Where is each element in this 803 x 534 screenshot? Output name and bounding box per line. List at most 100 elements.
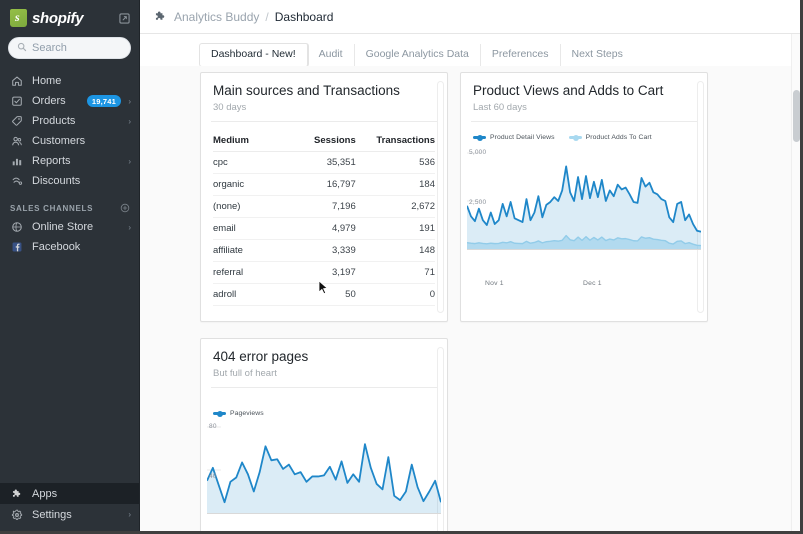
sidebar-nav: Home Orders 19,741 › Products › Customer… <box>0 69 139 257</box>
brand-name: shopify <box>32 9 84 27</box>
legend-label: Pageviews <box>230 410 264 417</box>
tab-dashboard[interactable]: Dashboard - New! <box>200 44 308 66</box>
col-transactions: Transactions <box>361 132 435 152</box>
card-title: 404 error pages <box>213 349 309 364</box>
sidebar-item-apps[interactable]: Apps <box>0 483 139 504</box>
cell-sessions: 4,979 <box>279 217 362 240</box>
card-title: Main sources and Transactions <box>213 83 400 98</box>
table-row: cpc 35,351 536 <box>213 151 435 174</box>
orders-icon <box>10 94 24 108</box>
chevron-right-icon: › <box>128 222 131 232</box>
puzzle-piece-icon <box>154 10 167 23</box>
card-header: Product Views and Adds to Cart Last 60 d… <box>461 73 707 121</box>
legend-swatch-adds-to-cart <box>568 134 582 141</box>
sidebar-item-label: Apps <box>32 487 58 500</box>
sidebar-item-online-store[interactable]: Online Store › <box>0 217 139 237</box>
card-404-errors: 404 error pages But full of heart Pagevi… <box>200 338 448 531</box>
breadcrumb-app-link[interactable]: Analytics Buddy <box>174 10 259 24</box>
chart-404-errors: 80 40 <box>201 419 447 531</box>
cell-medium: affiliate <box>213 239 280 262</box>
sidebar-item-label: Online Store <box>32 221 94 233</box>
sidebar-item-label: Products <box>32 115 76 127</box>
search-container <box>0 34 139 69</box>
card-header: 404 error pages But full of heart <box>201 339 447 387</box>
cell-medium: adroll <box>213 283 280 306</box>
cell-transactions: 184 <box>361 173 435 196</box>
y-tick-label: 40 <box>209 473 217 480</box>
chart-legend: Pageviews <box>201 388 447 419</box>
sidebar-item-discounts[interactable]: Discounts <box>0 171 139 191</box>
y-tick-label: 80 <box>209 423 217 430</box>
divider <box>211 121 437 122</box>
chart-canvas <box>467 152 701 250</box>
cell-medium: organic <box>213 173 280 196</box>
card-subtitle: But full of heart <box>213 368 277 379</box>
external-link-icon[interactable] <box>119 12 130 24</box>
cell-transactions: 536 <box>361 151 435 174</box>
page-title: Dashboard <box>274 9 334 24</box>
sidebar-item-customers[interactable]: Customers <box>0 131 139 151</box>
page-scrollbar[interactable] <box>791 34 800 531</box>
card-scrollbar[interactable] <box>437 81 444 313</box>
cell-sessions: 35,351 <box>279 151 362 174</box>
cell-sessions: 7,196 <box>279 195 362 218</box>
plus-circle-icon[interactable] <box>120 203 130 213</box>
cell-transactions: 0 <box>361 283 435 306</box>
cell-medium: (none) <box>213 195 280 218</box>
sidebar-item-reports[interactable]: Reports › <box>0 151 139 171</box>
search-box[interactable] <box>8 37 131 59</box>
search-input[interactable] <box>32 42 122 54</box>
app-window: shopify Home <box>0 0 803 534</box>
sidebar-bottom-nav: Apps Settings › <box>0 483 139 531</box>
sidebar-item-products[interactable]: Products › <box>0 111 139 131</box>
legend-label: Product Detail Views <box>490 134 555 141</box>
sidebar-item-orders[interactable]: Orders 19,741 › <box>0 91 139 111</box>
x-tick-label: Nov 1 <box>485 280 504 287</box>
legend-label: Product Adds To Cart <box>585 134 652 141</box>
dashboard-canvas: Main sources and Transactions 30 days Me… <box>140 66 800 531</box>
chevron-right-icon: › <box>128 156 131 166</box>
x-tick-label: Dec 1 <box>583 280 602 287</box>
apps-puzzle-icon <box>10 487 24 501</box>
legend-item: Product Detail Views <box>473 134 555 141</box>
card-subtitle: 30 days <box>213 102 247 113</box>
card-header: Main sources and Transactions 30 days <box>201 73 447 121</box>
chart-legend: Product Detail Views Product Adds To Car… <box>461 122 707 143</box>
y-tick-label: 2,500 <box>469 199 487 206</box>
mouse-cursor <box>318 280 329 300</box>
cell-transactions: 2,672 <box>361 195 435 218</box>
cell-medium: referral <box>213 261 280 284</box>
cell-sessions: 3,339 <box>279 239 362 262</box>
tab-audit[interactable]: Audit <box>308 44 355 66</box>
chevron-right-icon: › <box>128 116 131 126</box>
sidebar-item-facebook[interactable]: Facebook <box>0 237 139 257</box>
sidebar-item-label: Discounts <box>32 175 81 187</box>
tab-google-analytics-data[interactable]: Google Analytics Data <box>355 44 481 66</box>
sidebar-item-home[interactable]: Home <box>0 71 139 91</box>
section-title: SALES CHANNELS <box>10 203 94 213</box>
search-icon <box>17 39 27 57</box>
chevron-right-icon: › <box>128 96 131 106</box>
breadcrumb-separator: / <box>265 9 269 24</box>
chart-canvas <box>207 426 441 514</box>
home-icon <box>10 74 24 88</box>
tab-next-steps[interactable]: Next Steps <box>561 44 634 66</box>
sidebar: shopify Home <box>0 0 140 531</box>
sidebar-item-label: Customers <box>32 135 86 147</box>
legend-swatch-pageviews <box>213 410 226 417</box>
sidebar-item-label: Home <box>32 75 62 87</box>
globe-icon <box>10 220 24 234</box>
sidebar-item-label: Orders <box>32 95 66 107</box>
reports-bars-icon <box>10 154 24 168</box>
sidebar-item-settings[interactable]: Settings › <box>0 504 139 525</box>
cell-transactions: 71 <box>361 261 435 284</box>
col-sessions: Sessions <box>279 132 362 152</box>
page-scrollbar-thumb[interactable] <box>793 90 800 142</box>
sidebar-item-label: Settings <box>32 508 72 521</box>
tab-preferences[interactable]: Preferences <box>481 44 561 66</box>
table-row: (none) 7,196 2,672 <box>213 195 435 218</box>
sidebar-item-label: Facebook <box>32 241 81 253</box>
cell-transactions: 148 <box>361 239 435 262</box>
legend-item: Pageviews <box>213 410 264 417</box>
tab-bar: Dashboard - New! Audit Google Analytics … <box>140 34 800 66</box>
